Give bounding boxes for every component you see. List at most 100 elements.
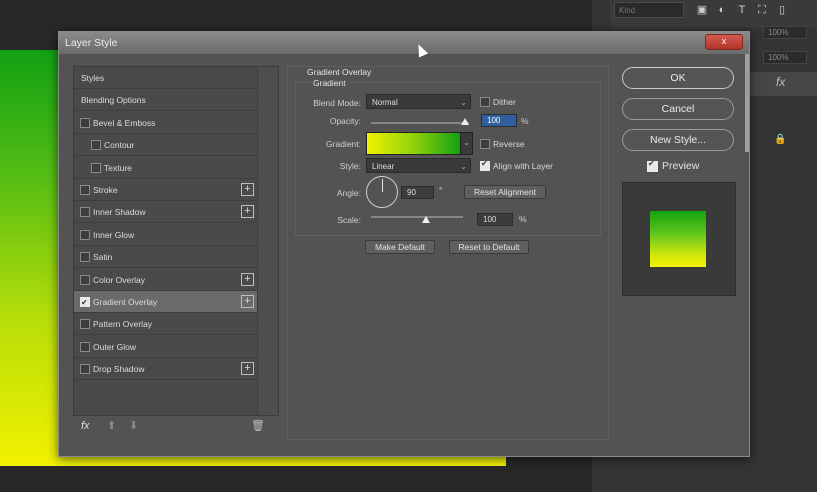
style-item-label: Contour xyxy=(104,140,135,151)
style-item-stroke[interactable]: Stroke + xyxy=(74,179,258,201)
add-style-plus-icon[interactable]: + xyxy=(241,362,254,376)
style-label: Style: xyxy=(339,161,361,171)
style-item-color-overlay[interactable]: Color Overlay + xyxy=(74,269,258,291)
close-button[interactable]: x xyxy=(705,34,743,50)
add-style-plus-icon[interactable]: + xyxy=(241,183,254,196)
scale-unit: % xyxy=(519,214,527,224)
angle-input[interactable]: 90 xyxy=(401,186,434,199)
reset-alignment-button[interactable]: Reset Alignment xyxy=(464,185,546,199)
layer-fill-field[interactable]: 100% xyxy=(763,51,807,64)
trash-icon[interactable]: 🗑 xyxy=(251,419,265,432)
layers-filter-input[interactable]: Kind xyxy=(614,2,684,18)
section-title: Gradient Overlay xyxy=(305,67,374,77)
scale-slider-thumb[interactable] xyxy=(422,216,431,223)
style-item-gradient-overlay[interactable]: Gradient Overlay + xyxy=(74,291,258,314)
gradient-swatch[interactable] xyxy=(366,132,461,155)
add-style-plus-icon[interactable]: + xyxy=(241,272,254,286)
ok-button[interactable]: OK xyxy=(622,67,734,89)
style-item-contour[interactable]: Contour xyxy=(74,134,258,157)
cancel-button[interactable]: Cancel xyxy=(622,98,734,120)
style-item-checkbox[interactable] xyxy=(80,207,90,218)
style-item-texture[interactable]: Texture xyxy=(74,157,258,179)
style-item-label: Texture xyxy=(104,162,132,173)
styles-list-footer: fx ⬆ ⬇ 🗑 xyxy=(73,416,279,440)
image-filter-icon[interactable]: ▣ xyxy=(694,2,710,18)
preview-checkbox[interactable] xyxy=(647,159,658,172)
dialog-scrollbar[interactable] xyxy=(745,54,749,152)
style-item-inner-shadow[interactable]: Inner Shadow + xyxy=(74,201,258,224)
layer-fx-icon[interactable]: fx xyxy=(776,75,785,89)
opacity-label: Opacity: xyxy=(329,116,361,126)
styles-list: Styles Blending Options Bevel & Emboss Cont… xyxy=(73,66,259,416)
style-item-checkbox[interactable] xyxy=(80,185,90,195)
add-style-plus-icon[interactable]: + xyxy=(241,205,254,219)
scale-input[interactable]: 100 xyxy=(477,213,513,226)
angle-label: Angle: xyxy=(336,188,361,198)
style-item-satin[interactable]: Satin xyxy=(74,246,258,269)
add-style-plus-icon[interactable]: + xyxy=(241,295,254,308)
style-value: Linear xyxy=(372,162,395,171)
style-item-checkbox[interactable] xyxy=(80,292,90,314)
reset-to-default-button[interactable]: Reset to Default xyxy=(449,240,529,254)
style-item-checkbox[interactable] xyxy=(80,229,90,240)
dialog-titlebar[interactable]: Layer Style x xyxy=(59,32,749,54)
opacity-slider-thumb[interactable] xyxy=(461,118,469,125)
fx-icon[interactable]: fx xyxy=(81,420,90,432)
style-item-label: Gradient Overlay xyxy=(93,297,158,307)
style-item-label: Stroke xyxy=(93,185,118,195)
chevron-down-icon: ⌄ xyxy=(460,162,467,171)
style-item-label: Color Overlay xyxy=(93,274,145,285)
blend-mode-select[interactable]: Normal ⌄ xyxy=(366,94,471,109)
style-item-label: Satin xyxy=(93,252,113,263)
style-item-checkbox[interactable] xyxy=(80,319,90,330)
layer-opacity-field[interactable]: 100% xyxy=(763,26,807,39)
style-item-checkbox[interactable] xyxy=(80,117,90,128)
opacity-input[interactable]: 100 xyxy=(481,114,517,127)
make-default-button[interactable]: Make Default xyxy=(365,240,435,254)
gradient-picker-chevron-icon[interactable]: ⌄ xyxy=(460,132,473,155)
arrow-up-icon[interactable]: ⬆ xyxy=(107,419,116,432)
shape-filter-icon[interactable]: ⛶ xyxy=(754,2,770,18)
new-style-button[interactable]: New Style... xyxy=(622,129,734,151)
style-item-label: Pattern Overlay xyxy=(93,319,153,330)
type-filter-icon[interactable]: T xyxy=(734,2,750,18)
style-item-label: Drop Shadow xyxy=(93,364,145,375)
align-with-layer-checkbox[interactable] xyxy=(480,159,490,171)
style-item-pattern-overlay[interactable]: Pattern Overlay xyxy=(74,313,258,336)
smart-object-filter-icon[interactable]: ▯ xyxy=(774,2,790,18)
style-item-checkbox[interactable] xyxy=(80,274,90,285)
style-item-styles[interactable]: Styles xyxy=(74,67,258,89)
style-item-checkbox[interactable] xyxy=(80,364,90,375)
gradient-label: Gradient: xyxy=(326,139,361,149)
blend-mode-value: Normal xyxy=(372,98,398,107)
scale-slider[interactable] xyxy=(371,216,463,218)
style-item-label: Styles xyxy=(81,73,105,83)
adjustment-filter-icon[interactable]: ◐ xyxy=(714,2,730,18)
lock-icon: 🔒 xyxy=(774,134,787,145)
dither-checkbox[interactable] xyxy=(480,97,490,107)
style-item-checkbox[interactable] xyxy=(80,341,90,352)
style-item-checkbox[interactable] xyxy=(91,162,101,173)
style-item-label: Inner Shadow xyxy=(93,207,146,218)
style-item-label: Blending Options xyxy=(81,95,146,106)
opacity-slider[interactable] xyxy=(371,122,469,124)
layers-filter-toolbar: ▣ ◐ T ⛶ ▯ xyxy=(692,0,802,20)
arrow-down-icon[interactable]: ⬇ xyxy=(129,419,138,432)
style-item-inner-glow[interactable]: Inner Glow xyxy=(74,224,258,246)
chevron-down-icon: ⌄ xyxy=(460,98,467,107)
style-item-bevel-emboss[interactable]: Bevel & Emboss xyxy=(74,112,258,134)
styles-list-scrollbar[interactable] xyxy=(257,66,279,416)
reverse-checkbox[interactable] xyxy=(480,139,490,149)
style-item-blending-options[interactable]: Blending Options xyxy=(74,89,258,112)
dither-label: Dither xyxy=(493,97,516,107)
style-item-outer-glow[interactable]: Outer Glow xyxy=(74,336,258,358)
style-item-drop-shadow[interactable]: Drop Shadow + xyxy=(74,358,258,381)
angle-dial[interactable] xyxy=(366,176,398,208)
angle-dial-needle xyxy=(382,179,383,192)
style-item-checkbox[interactable] xyxy=(91,140,101,151)
style-item-label: Outer Glow xyxy=(93,341,136,352)
group-title: Gradient xyxy=(311,78,348,88)
style-select[interactable]: Linear ⌄ xyxy=(366,158,471,173)
style-item-checkbox[interactable] xyxy=(80,252,90,263)
dialog-title: Layer Style xyxy=(65,37,118,49)
